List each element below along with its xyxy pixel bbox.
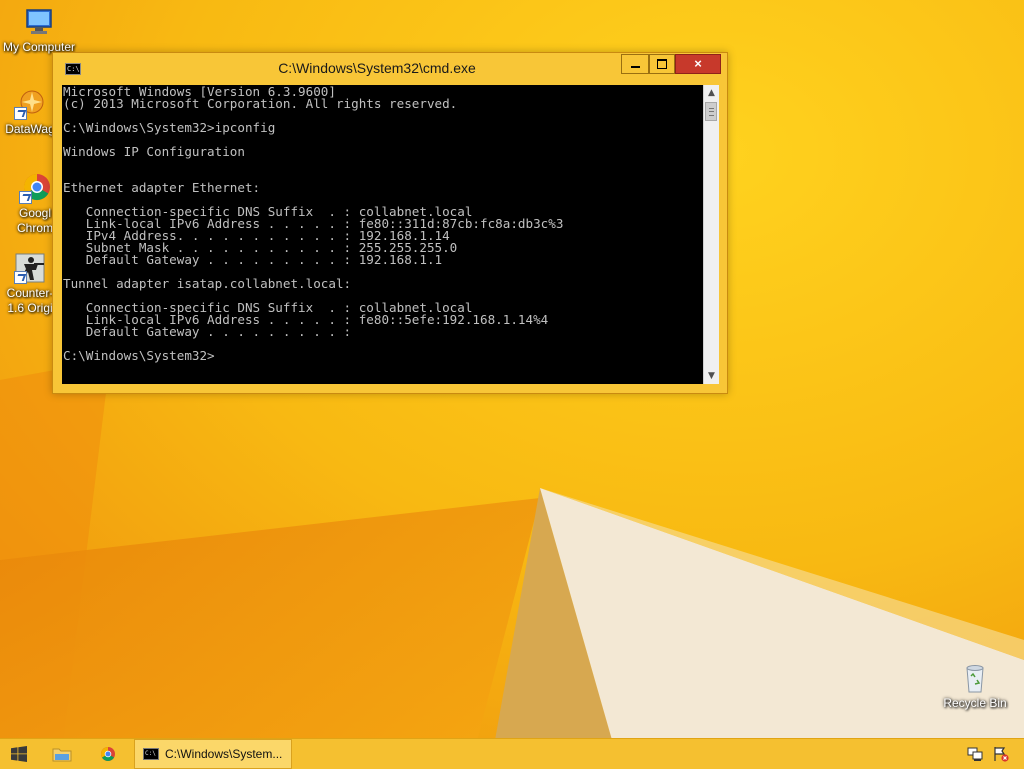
close-icon: × [694,56,702,71]
chrome-icon [19,172,51,204]
windows-logo-icon [11,746,27,762]
console-output[interactable]: Microsoft Windows [Version 6.3.9600] (c)… [62,85,703,384]
minimize-button[interactable] [621,54,649,74]
shortcut-arrow-icon [19,191,32,204]
maximize-icon [657,59,667,69]
desktop-icon-recycle-bin[interactable]: Recycle Bin [935,662,1015,711]
network-tray-button[interactable] [964,739,986,769]
cmd-window[interactable]: C:\ C:\Windows\System32\cmd.exe × Micros… [52,52,728,394]
taskbar: C:\ C:\Windows\System... [0,738,1024,769]
minimize-icon [630,66,640,68]
title-bar[interactable]: C:\ C:\Windows\System32\cmd.exe × [53,53,727,84]
file-explorer-button[interactable] [42,739,82,769]
counter-strike-icon [14,252,46,284]
folder-icon [52,748,72,762]
chrome-icon [101,747,115,761]
datawag-icon [14,88,46,120]
desktop-icon-my-computer[interactable]: My Computer [0,6,79,55]
cmd-taskbar-label: C:\Windows\System... [165,747,283,761]
recycle-bin-icon [959,662,991,694]
cmd-icon: C:\ [143,748,159,760]
console-text: Microsoft Windows [Version 6.3.9600] (c)… [63,85,564,363]
cmd-taskbar-button[interactable]: C:\ C:\Windows\System... [134,739,292,769]
start-button[interactable] [0,739,38,769]
scroll-up-arrow-icon[interactable]: ▲ [704,85,719,101]
network-icon [967,747,983,761]
desktop-icon-label: Recycle Bin [943,696,1007,710]
scroll-down-arrow-icon[interactable]: ▼ [704,368,719,384]
window-title: C:\Windows\System32\cmd.exe [278,60,476,76]
shortcut-arrow-icon [14,107,27,120]
maximize-button[interactable] [649,54,675,74]
action-center-flag-icon [994,747,1009,762]
action-center-tray-button[interactable] [990,739,1012,769]
shortcut-arrow-icon [14,271,27,284]
chrome-taskbar-button[interactable] [88,739,128,769]
computer-icon [23,6,55,38]
close-button[interactable]: × [675,54,721,74]
scrollbar-thumb[interactable] [705,102,717,121]
vertical-scrollbar[interactable]: ▲ ▼ [703,85,719,384]
